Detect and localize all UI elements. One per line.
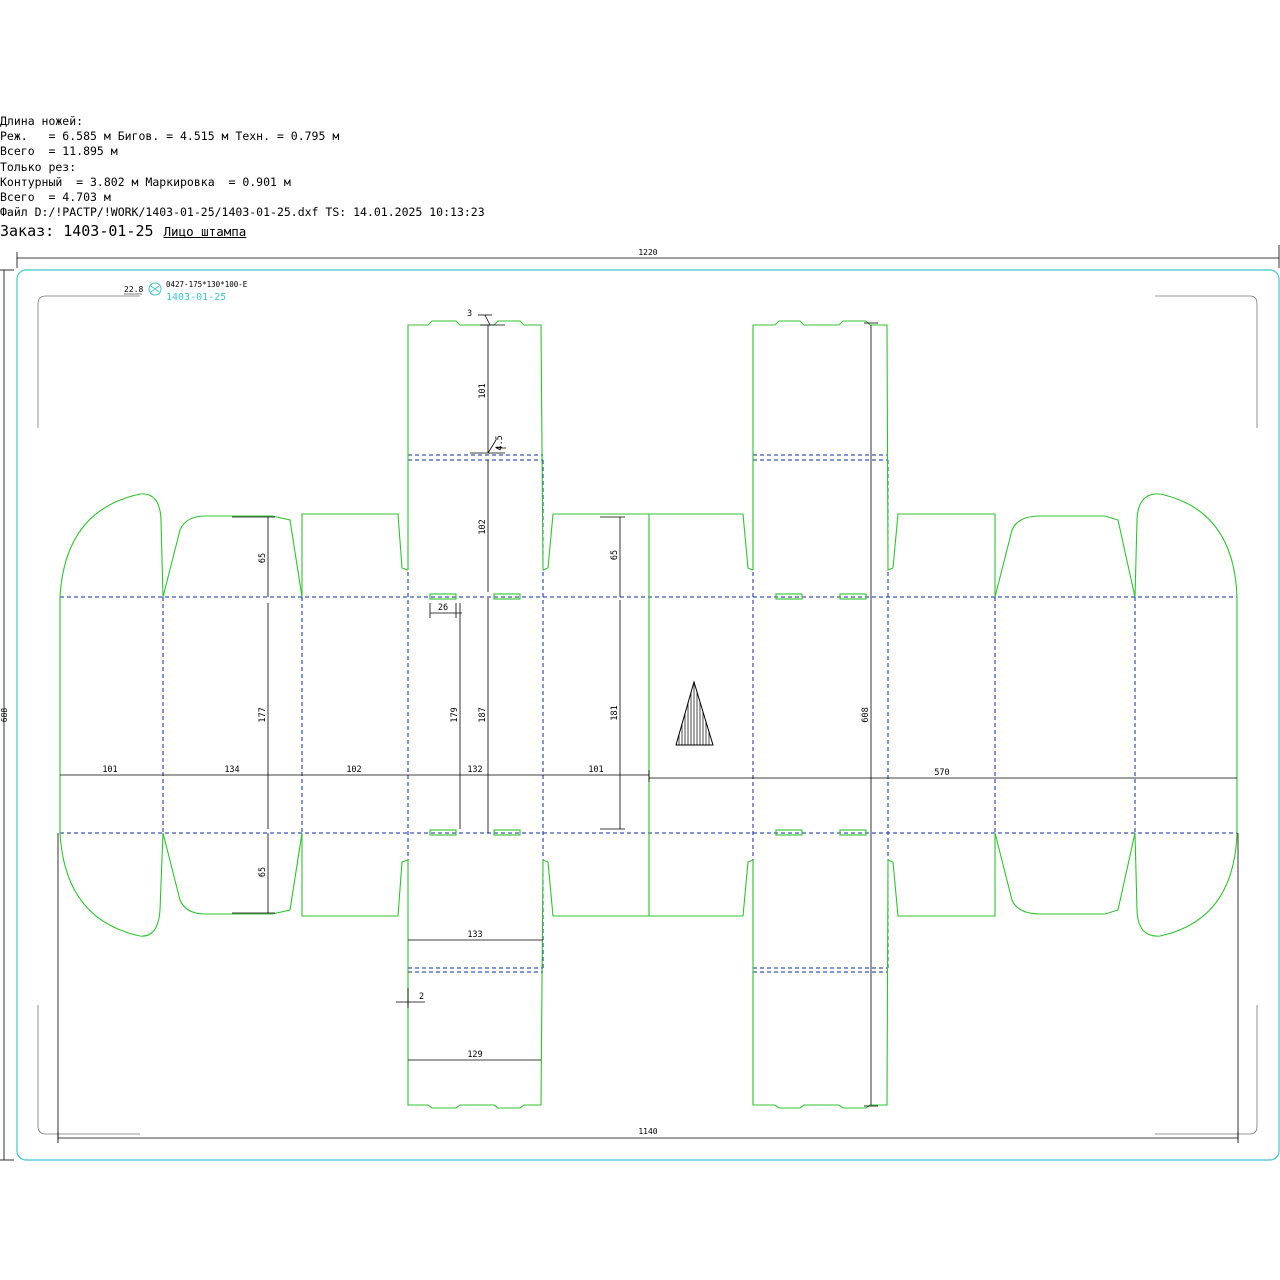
dust-flap-left-bottom xyxy=(162,832,303,915)
left-end-flap-bottom xyxy=(59,832,164,937)
cut-lines xyxy=(59,320,1238,1109)
dim-3: 3 xyxy=(467,309,472,319)
panel-a-bottom xyxy=(301,833,409,917)
grain-direction-icon xyxy=(675,680,714,746)
dim-177: 177 xyxy=(258,707,268,722)
dim-570: 570 xyxy=(934,768,949,778)
dim-101-left: 101 xyxy=(102,765,117,775)
inner-corner-marks xyxy=(37,295,1258,1135)
dim-65-top-left: 65 xyxy=(258,553,268,563)
dim-2: 2 xyxy=(419,992,424,1002)
dim-65-bottom-left: 65 xyxy=(258,867,268,877)
dim-134: 134 xyxy=(224,765,239,775)
panel-c-bottom xyxy=(892,833,996,917)
dimension-lines xyxy=(57,314,1239,1143)
sheet-frame xyxy=(16,269,1280,1161)
dim-102-vertical: 102 xyxy=(478,519,488,534)
frame-rect xyxy=(16,269,1280,1161)
stamp-marking: 22.8 0427-175*130*100-E 1403-01-25 xyxy=(124,280,248,303)
dim-129: 129 xyxy=(467,1050,482,1060)
panel-a-top xyxy=(301,513,409,597)
dim-26: 26 xyxy=(438,603,448,613)
die-cut-drawing: 1220 688 22.8 0427-175*130*100-E 1403-01… xyxy=(0,245,1280,1161)
stamp-code: 0427-175*130*100-E xyxy=(166,280,248,289)
left-end-flap-top xyxy=(59,493,164,598)
panel-b-top xyxy=(547,513,754,571)
dim-608: 608 xyxy=(861,707,871,722)
dim-1140: 1140 xyxy=(638,1127,657,1136)
dust-flap-right-top xyxy=(994,515,1136,598)
sheet-width-label: 1220 xyxy=(638,248,657,257)
right-end-flap-top xyxy=(1134,493,1238,598)
dim-179: 179 xyxy=(450,707,460,722)
sheet-width-dimension: 1220 xyxy=(16,245,1280,268)
dimension-labels: 101 134 102 132 101 570 1140 26 133 129 … xyxy=(102,309,949,1136)
column-right-outline xyxy=(752,320,894,571)
panel-b-bottom xyxy=(547,859,754,917)
dust-flap-left-top xyxy=(162,515,303,598)
dim-187: 187 xyxy=(478,707,488,722)
dim-65-mid: 65 xyxy=(610,550,620,560)
right-end-flap-bottom xyxy=(1134,832,1238,937)
dim-133: 133 xyxy=(467,930,482,940)
stamp-order: 1403-01-25 xyxy=(166,292,226,303)
panel-c-top xyxy=(892,513,996,597)
dim-4-5: 4.5 xyxy=(495,435,505,450)
dim-102: 102 xyxy=(346,765,361,775)
dim-132: 132 xyxy=(467,765,482,775)
dim-181: 181 xyxy=(610,705,620,720)
dim-101-mid: 101 xyxy=(588,765,603,775)
sheet-height-label: 688 xyxy=(0,708,9,723)
sheet-height-dimension: 688 xyxy=(0,269,14,1161)
dust-flap-right-bottom xyxy=(994,832,1136,915)
stamp-offset-label: 22.8 xyxy=(124,285,143,294)
dim-101-vertical: 101 xyxy=(478,383,488,398)
